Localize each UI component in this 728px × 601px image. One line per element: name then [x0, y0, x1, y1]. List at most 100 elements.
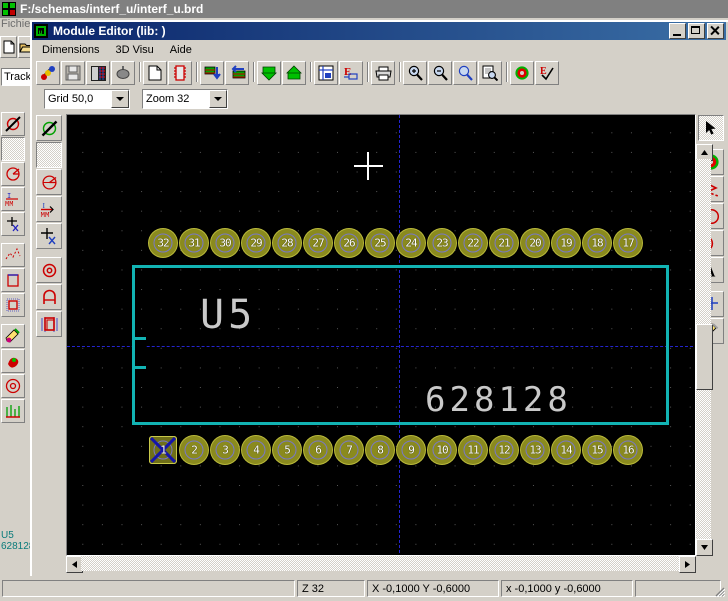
- pad-13[interactable]: 13: [520, 435, 550, 465]
- parent-drc-off-button[interactable]: [1, 112, 25, 136]
- zoom-redraw-button[interactable]: [453, 61, 477, 85]
- pad-28[interactable]: 28: [272, 228, 302, 258]
- pad-31[interactable]: 31: [179, 228, 209, 258]
- grid-select[interactable]: Grid 50,0: [44, 89, 130, 109]
- parent-titlebar: F:/schemas/interf_u/interf_u.brd: [0, 0, 728, 18]
- pcb-canvas[interactable]: U5 628128 323130292827262524232221201918…: [67, 115, 693, 553]
- load-module-from-lib-button[interactable]: [257, 61, 281, 85]
- track-label: Track: [4, 71, 31, 83]
- scroll-down-button[interactable]: [696, 539, 713, 556]
- parent-units-button[interactable]: I MM: [1, 187, 25, 211]
- scroll-right-button[interactable]: [679, 556, 696, 573]
- grid-select-arrow[interactable]: [111, 90, 129, 108]
- pad-12[interactable]: 12: [489, 435, 519, 465]
- close-button[interactable]: [707, 23, 724, 39]
- pad-14[interactable]: 14: [551, 435, 581, 465]
- pad-3[interactable]: 3: [210, 435, 240, 465]
- parent-layers-button[interactable]: [1, 399, 25, 423]
- show-text-sketch-button[interactable]: [36, 311, 62, 337]
- parent-polar-button[interactable]: [1, 162, 25, 186]
- pad-settings-button[interactable]: [510, 61, 534, 85]
- menu-dimensions[interactable]: Dimensions: [34, 43, 107, 57]
- save-module-button[interactable]: [61, 61, 85, 85]
- pad-7[interactable]: 7: [334, 435, 364, 465]
- pad-21[interactable]: 21: [489, 228, 519, 258]
- horizontal-scroll-track[interactable]: [81, 556, 679, 571]
- pad-5[interactable]: 5: [272, 435, 302, 465]
- parent-via-button[interactable]: [1, 374, 25, 398]
- canvas-vertical-scrollbar[interactable]: [696, 436, 711, 554]
- units-mm-button[interactable]: I MM: [36, 196, 62, 222]
- pad-27[interactable]: 27: [303, 228, 333, 258]
- pad-17[interactable]: 17: [613, 228, 643, 258]
- module-editor-titlebar[interactable]: u Module Editor (lib: ): [32, 22, 726, 40]
- pad-16[interactable]: 16: [613, 435, 643, 465]
- zoom-select[interactable]: Zoom 32: [142, 89, 228, 109]
- pad-15[interactable]: 15: [582, 435, 612, 465]
- new-board-button[interactable]: [0, 36, 17, 58]
- import-from-board-button[interactable]: [200, 61, 224, 85]
- pad-number: 17: [622, 237, 633, 250]
- parent-ratsnest-button[interactable]: [1, 349, 25, 373]
- pad-24[interactable]: 24: [396, 228, 426, 258]
- canvas-horizontal-scrollbar[interactable]: [66, 556, 694, 571]
- pcb-canvas-frame[interactable]: U5 628128 323130292827262524232221201918…: [66, 114, 696, 556]
- pad-8[interactable]: 8: [365, 435, 395, 465]
- pad-1[interactable]: 1: [148, 435, 178, 465]
- zoom-select-arrow[interactable]: [209, 90, 227, 108]
- toggle-cursor-button[interactable]: [36, 223, 62, 249]
- zoom-out-button[interactable]: [428, 61, 452, 85]
- pad-25[interactable]: 25: [365, 228, 395, 258]
- pad-20[interactable]: 20: [520, 228, 550, 258]
- pad-6[interactable]: 6: [303, 435, 333, 465]
- toggle-grid-button[interactable]: [36, 142, 62, 168]
- parent-grid-button[interactable]: [1, 137, 25, 161]
- parent-text-sketch-button[interactable]: [1, 293, 25, 317]
- zoom-status: Z 32: [297, 580, 365, 597]
- pad-22[interactable]: 22: [458, 228, 488, 258]
- pad-32[interactable]: 32: [148, 228, 178, 258]
- pad-30[interactable]: 30: [210, 228, 240, 258]
- module-props-button[interactable]: [86, 61, 110, 85]
- parent-module-sketch-button[interactable]: [1, 268, 25, 292]
- edit-text-button[interactable]: E: [339, 61, 363, 85]
- export-to-board-button[interactable]: [225, 61, 249, 85]
- pad-2[interactable]: 2: [179, 435, 209, 465]
- pad-18[interactable]: 18: [582, 228, 612, 258]
- parent-pad-sketch-button[interactable]: [1, 243, 25, 267]
- toggle-polar-coords-button[interactable]: [36, 169, 62, 195]
- resize-grip-icon[interactable]: [712, 584, 726, 598]
- check-module-button[interactable]: E: [535, 61, 559, 85]
- minimize-button[interactable]: [669, 23, 686, 39]
- print-button[interactable]: [371, 61, 395, 85]
- status-bar: Z 32 X -0,1000 Y -0,6000 x -0,1000 y -0,…: [0, 576, 728, 601]
- select-lib-button[interactable]: [36, 61, 60, 85]
- pad-23[interactable]: 23: [427, 228, 457, 258]
- toggle-drc-button[interactable]: [36, 115, 62, 141]
- new-module-button[interactable]: [143, 61, 167, 85]
- select-tool-button[interactable]: [698, 115, 724, 141]
- pad-4[interactable]: 4: [241, 435, 271, 465]
- vertical-scroll-thumb[interactable]: [696, 324, 713, 390]
- menu-aide[interactable]: Aide: [162, 43, 200, 57]
- pad-26[interactable]: 26: [334, 228, 364, 258]
- pad-9[interactable]: 9: [396, 435, 426, 465]
- zoom-in-button[interactable]: [403, 61, 427, 85]
- pad-10[interactable]: 10: [427, 435, 457, 465]
- menu-3d-visu[interactable]: 3D Visu: [107, 43, 161, 57]
- window-buttons: [669, 23, 726, 39]
- delete-module-button[interactable]: [111, 61, 135, 85]
- save-module-to-lib-button[interactable]: [282, 61, 306, 85]
- zoom-page-button[interactable]: [478, 61, 502, 85]
- show-pads-sketch-button[interactable]: [36, 257, 62, 283]
- load-module-button[interactable]: [168, 61, 192, 85]
- maximize-button[interactable]: [688, 23, 705, 39]
- show-module-sketch-button[interactable]: [36, 284, 62, 310]
- parent-cursor-button[interactable]: [1, 212, 25, 236]
- pad-29[interactable]: 29: [241, 228, 271, 258]
- module-editor-aux-toolbar: Grid 50,0 Zoom 32: [34, 86, 724, 112]
- parent-highlight-button[interactable]: [1, 324, 25, 348]
- module-properties-button[interactable]: [314, 61, 338, 85]
- pad-19[interactable]: 19: [551, 228, 581, 258]
- pad-11[interactable]: 11: [458, 435, 488, 465]
